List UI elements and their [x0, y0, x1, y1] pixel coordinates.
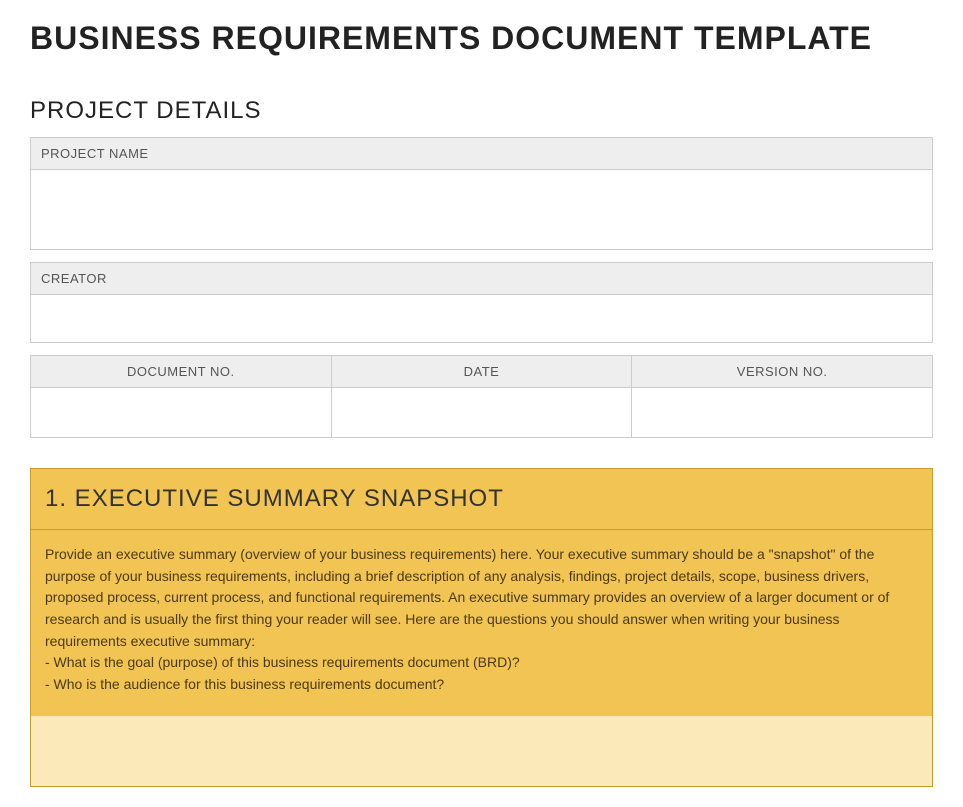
doc-meta-table: DOCUMENT NO. DATE VERSION NO.: [30, 355, 933, 438]
project-name-label: PROJECT NAME: [31, 138, 933, 170]
project-details-heading: PROJECT DETAILS: [30, 97, 933, 125]
executive-summary-body: Provide an executive summary (overview o…: [31, 530, 932, 716]
creator-input[interactable]: [31, 295, 933, 343]
executive-summary-input[interactable]: [31, 716, 932, 786]
creator-table: CREATOR: [30, 262, 933, 343]
document-no-input[interactable]: [31, 388, 332, 438]
executive-summary-heading: 1. EXECUTIVE SUMMARY SNAPSHOT: [31, 469, 932, 530]
document-title: BUSINESS REQUIREMENTS DOCUMENT TEMPLATE: [30, 20, 933, 57]
project-name-table: PROJECT NAME: [30, 137, 933, 250]
version-no-label: VERSION NO.: [632, 356, 933, 388]
executive-summary-section: 1. EXECUTIVE SUMMARY SNAPSHOT Provide an…: [30, 468, 933, 787]
date-input[interactable]: [331, 388, 632, 438]
date-label: DATE: [331, 356, 632, 388]
version-no-input[interactable]: [632, 388, 933, 438]
project-name-input[interactable]: [31, 170, 933, 250]
creator-label: CREATOR: [31, 263, 933, 295]
document-no-label: DOCUMENT NO.: [31, 356, 332, 388]
